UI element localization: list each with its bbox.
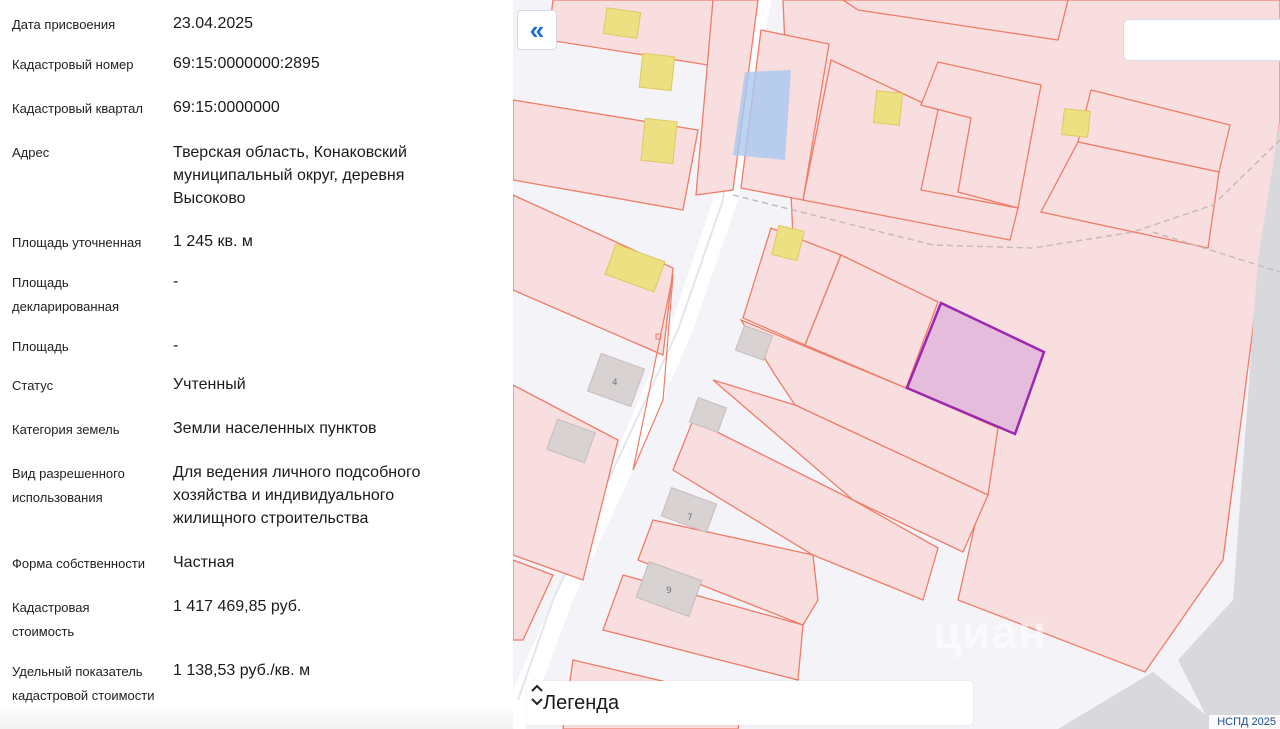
- legend-title: Легенда: [543, 691, 620, 714]
- info-label: Кадастровый номер: [12, 57, 134, 72]
- legend-panel[interactable]: Легенда: [527, 681, 973, 725]
- double-chevron-left-icon: «: [529, 15, 545, 45]
- info-value: -: [173, 273, 179, 290]
- info-value: 23.04.2025: [173, 15, 254, 32]
- info-value: 1 138,53 руб./кв. м: [173, 662, 311, 679]
- cadastral-map[interactable]: 4 7 9 циан « Легенда НСПД 2025: [513, 0, 1280, 729]
- info-label: Категория земель: [12, 422, 120, 437]
- info-label: Площадь уточненная: [12, 235, 142, 250]
- cadastral-info-panel: Дата присвоения 23.04.2025 Кадастровый н…: [0, 0, 513, 729]
- house-number: 7: [687, 513, 693, 523]
- info-value: Для ведения личного подсобного хозяйства…: [173, 464, 421, 527]
- info-label: Дата присвоения: [12, 17, 116, 32]
- info-label: Адрес: [12, 145, 50, 160]
- map-attribution: НСПД 2025: [1209, 715, 1280, 729]
- panel-bottom-fade: [0, 705, 513, 729]
- info-label: Форма собственности: [12, 556, 146, 571]
- expand-collapse-icon[interactable]: [527, 681, 547, 709]
- info-value: Частная: [173, 554, 235, 571]
- collapse-panel-button[interactable]: «: [517, 10, 557, 50]
- info-label: Площадь декларированная: [12, 275, 120, 314]
- status-value: Учтенный: [173, 376, 246, 393]
- house-number: 4: [612, 378, 618, 388]
- info-label: Статус: [12, 378, 54, 393]
- info-label: Удельный показатель кадастровой стоимост…: [12, 664, 155, 703]
- cadastral-number-value[interactable]: 69:15:0000000:2895: [173, 52, 473, 75]
- info-value: 1 417 469,85 руб.: [173, 598, 302, 615]
- map-search-box[interactable]: [1123, 19, 1280, 61]
- info-label: Кадастровая стоимость: [12, 600, 90, 639]
- watermark-logo: циан: [933, 606, 1047, 658]
- info-value: -: [173, 337, 179, 354]
- info-label: Кадастровый квартал: [12, 101, 143, 116]
- map-canvas[interactable]: 4 7 9: [513, 0, 1280, 729]
- info-value: Земли населенных пунктов: [173, 420, 377, 437]
- info-label: Вид разрешенного использования: [12, 466, 125, 505]
- info-label: Площадь: [12, 339, 69, 354]
- cadastral-quarter-value[interactable]: 69:15:0000000: [173, 96, 473, 119]
- house-number: 9: [666, 586, 672, 596]
- address-value: Тверская область, Конаковский муниципаль…: [173, 144, 407, 207]
- info-value: 1 245 кв. м: [173, 233, 253, 250]
